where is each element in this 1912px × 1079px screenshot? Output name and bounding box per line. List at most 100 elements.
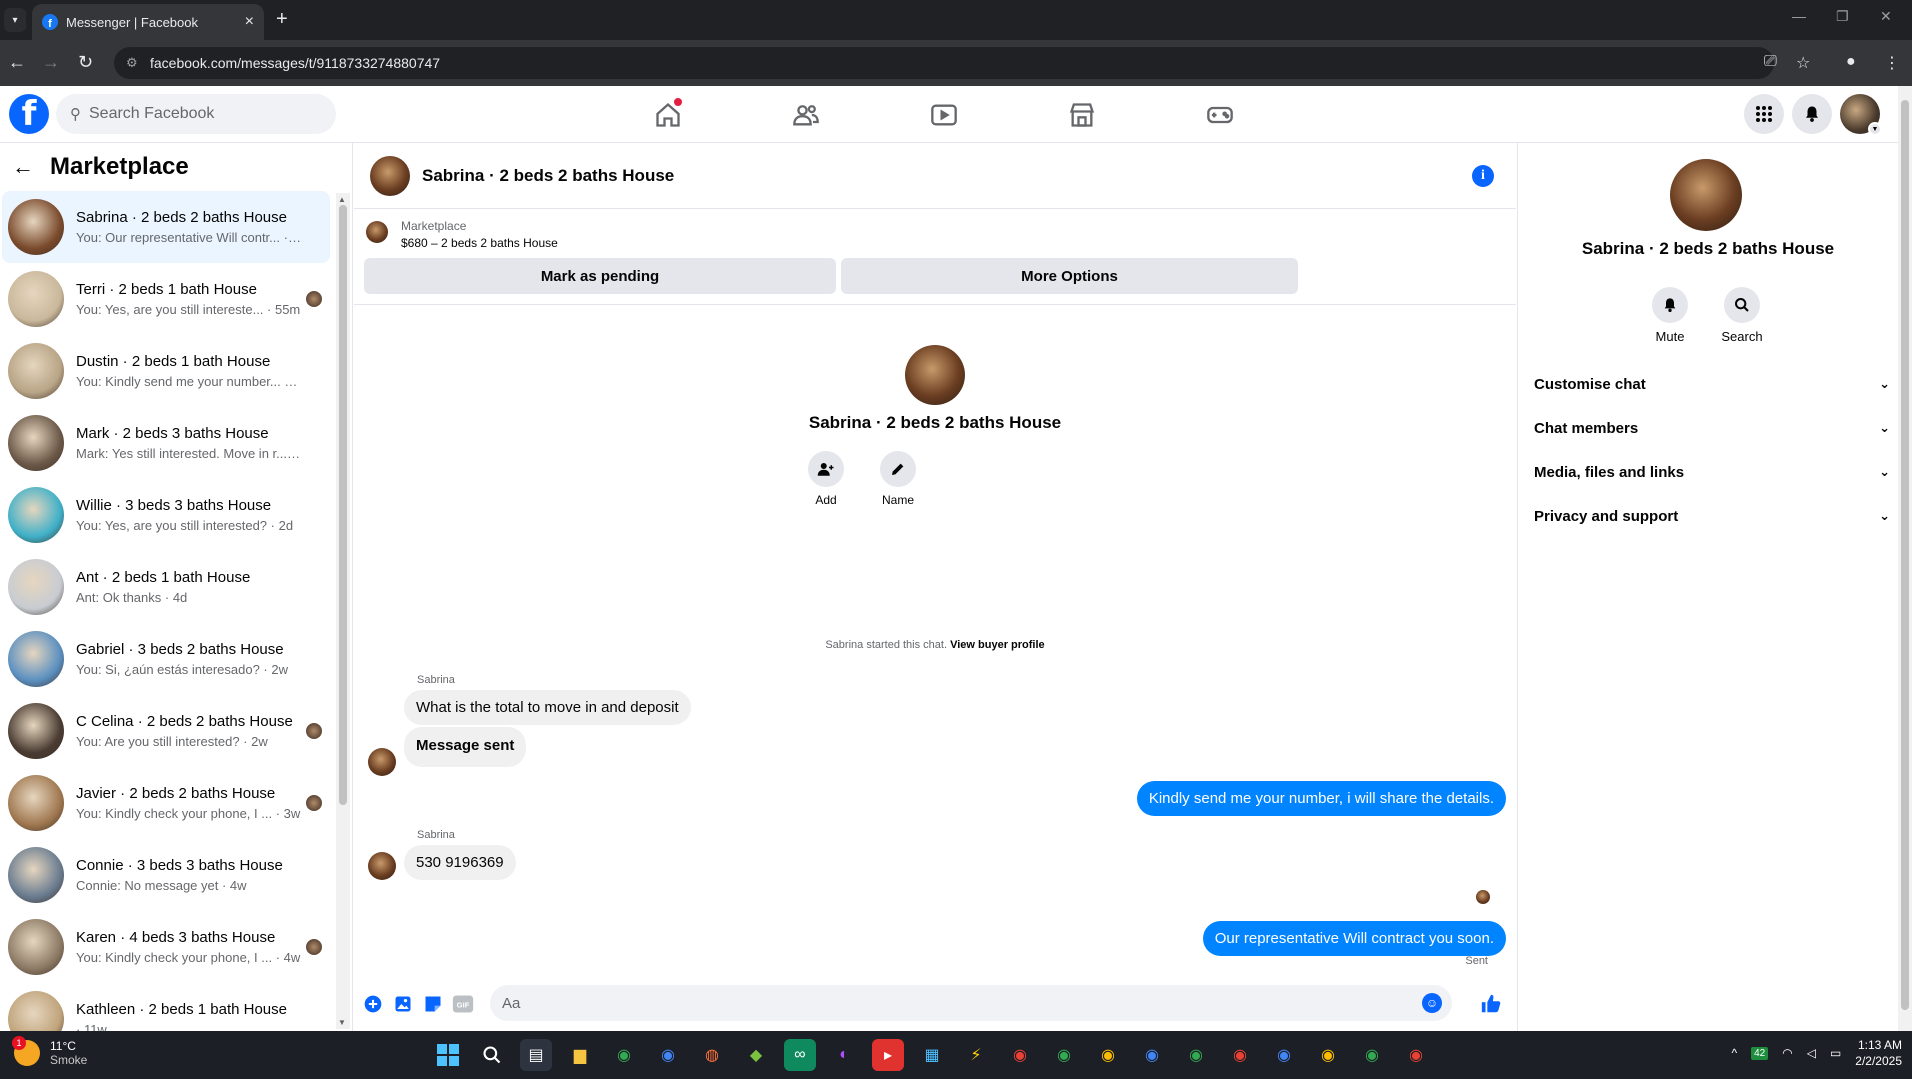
back-arrow-icon[interactable]: ← — [12, 154, 34, 180]
chat-members-row[interactable]: Chat members ⌄ — [1534, 408, 1890, 448]
home-nav-icon[interactable] — [648, 98, 688, 132]
minimize-icon[interactable]: — — [1792, 8, 1806, 24]
page-scrollbar-thumb[interactable] — [1901, 100, 1909, 1010]
notepad-icon[interactable]: ▦ — [916, 1039, 948, 1071]
restore-icon[interactable]: ❐ — [1836, 8, 1849, 25]
incoming-message[interactable]: Message sent — [404, 727, 527, 767]
conversation-item[interactable]: Willie · 3 beds 3 baths House You: Yes, a… — [2, 479, 330, 551]
conversation-item[interactable]: Dustin · 2 beds 1 bath House You: Kindly … — [2, 335, 330, 407]
scroll-up-icon[interactable]: ▲ — [338, 195, 346, 204]
scrollbar-thumb[interactable] — [339, 205, 347, 805]
customise-chat-row[interactable]: Customise chat ⌄ — [1534, 364, 1890, 404]
reload-icon[interactable]: ↻ — [78, 52, 93, 72]
install-app-icon[interactable]: ⎚ — [1764, 53, 1777, 71]
chrome-icon[interactable]: ◉ — [1356, 1039, 1388, 1071]
more-options-button[interactable]: More Options — [841, 258, 1298, 294]
listing-thumbnail[interactable] — [366, 221, 388, 243]
tab-close-icon[interactable]: × — [245, 13, 254, 31]
view-buyer-profile-link[interactable]: View buyer profile — [950, 639, 1045, 651]
media-files-links-row[interactable]: Media, files and links ⌄ — [1534, 452, 1890, 492]
scroll-down-icon[interactable]: ▼ — [338, 1018, 346, 1027]
chrome-icon[interactable]: ◉ — [608, 1039, 640, 1071]
chrome-icon[interactable]: ◉ — [1400, 1039, 1432, 1071]
battery-icon[interactable]: ▭ — [1830, 1046, 1841, 1060]
chat-avatar[interactable] — [370, 155, 410, 196]
chrome-icon[interactable]: ◉ — [1004, 1039, 1036, 1071]
incoming-message[interactable]: 530 9196369 — [404, 845, 516, 880]
app-stack-icon[interactable]: ◆ — [740, 1039, 772, 1071]
bookmark-star-icon[interactable]: ☆ — [1796, 53, 1810, 73]
outgoing-message[interactable]: Our representative Will contract you soo… — [1202, 921, 1506, 956]
chrome-icon[interactable]: ◉ — [1136, 1039, 1168, 1071]
photo-icon[interactable] — [392, 993, 414, 1015]
facebook-search[interactable]: ⚲ — [56, 94, 336, 134]
message-input[interactable] — [502, 994, 1402, 1012]
tab-search-icon[interactable]: ▾ — [4, 8, 26, 32]
mute-button[interactable]: Mute — [1640, 287, 1700, 344]
sender-avatar[interactable] — [368, 748, 396, 776]
clock[interactable]: 1:13 AM 2/2/2025 — [1855, 1037, 1902, 1069]
chrome-icon[interactable]: ◉ — [1268, 1039, 1300, 1071]
facebook-logo-icon[interactable]: f — [9, 94, 49, 134]
windows-start-icon[interactable] — [432, 1039, 464, 1071]
task-manager-icon[interactable]: ▤ — [520, 1039, 552, 1071]
conversation-item[interactable]: Connie · 3 beds 3 baths House Connie: No … — [2, 839, 330, 911]
conversation-item[interactable]: Sabrina · 2 beds 2 baths House You: Our r… — [2, 191, 330, 263]
incoming-message[interactable]: What is the total to move in and deposit — [404, 690, 691, 725]
app-icon[interactable]: ▸ — [872, 1039, 904, 1071]
conversation-item[interactable]: Mark · 2 beds 3 baths House Mark: Yes sti… — [2, 407, 330, 479]
page-scrollbar[interactable] — [1898, 86, 1912, 1031]
new-tab-icon[interactable]: + — [276, 8, 288, 31]
chrome-icon[interactable]: ◉ — [652, 1039, 684, 1071]
add-people-button[interactable]: Add — [796, 451, 856, 507]
sidebar-scrollbar[interactable]: ▲ ▼ — [336, 193, 350, 1029]
notifications-bell-icon[interactable] — [1792, 94, 1832, 134]
file-explorer-icon[interactable]: ▆ — [564, 1039, 596, 1071]
conversation-item[interactable]: C Celina · 2 beds 2 baths House You: Are … — [2, 695, 330, 767]
app-icon[interactable]: ◐ — [828, 1039, 860, 1071]
conversation-item[interactable]: Ant · 2 beds 1 bath House Ant: Ok thanks … — [2, 551, 330, 623]
firefox-icon[interactable]: ◍ — [696, 1039, 728, 1071]
chrome-menu-icon[interactable]: ⋮ — [1884, 53, 1900, 73]
chevron-up-icon[interactable]: ^ — [1731, 1046, 1737, 1060]
name-chat-button[interactable]: Name — [868, 451, 928, 507]
message-input-box[interactable]: ☺ — [490, 985, 1452, 1021]
privacy-support-row[interactable]: Privacy and support ⌄ — [1534, 496, 1890, 536]
conversation-item[interactable]: Gabriel · 3 beds 2 baths House You: Si, ¿… — [2, 623, 330, 695]
address-bar[interactable]: ⚙ facebook.com/messages/t/91187332748807… — [114, 47, 1774, 79]
info-icon[interactable]: i — [1472, 165, 1494, 187]
mark-as-pending-button[interactable]: Mark as pending — [364, 258, 836, 294]
chat-title[interactable]: Sabrina · 2 beds 2 baths House — [422, 166, 674, 186]
chrome-icon[interactable]: ◉ — [1224, 1039, 1256, 1071]
chrome-icon[interactable]: ◉ — [1312, 1039, 1344, 1071]
conversation-item[interactable]: Kathleen · 2 beds 1 bath House · 11w — [2, 983, 330, 1031]
window-close-icon[interactable]: ✕ — [1880, 8, 1892, 25]
chrome-icon[interactable]: ◉ — [1092, 1039, 1124, 1071]
account-avatar[interactable]: ▼ — [1840, 94, 1882, 136]
volume-icon[interactable]: ◁ — [1807, 1046, 1816, 1060]
conversation-item[interactable]: Javier · 2 beds 2 baths House You: Kindly… — [2, 767, 330, 839]
search-in-chat-button[interactable]: Search — [1712, 287, 1772, 344]
video-nav-icon[interactable] — [924, 98, 964, 132]
profile-icon[interactable]: ● — [1846, 53, 1856, 71]
details-avatar[interactable] — [1670, 159, 1742, 231]
browser-tab[interactable]: f Messenger | Facebook × — [32, 4, 264, 40]
emoji-icon[interactable]: ☺ — [1422, 993, 1442, 1013]
plus-icon[interactable] — [362, 993, 384, 1015]
conversation-item[interactable]: Terri · 2 beds 1 bath House You: Yes, are… — [2, 263, 330, 335]
gaming-nav-icon[interactable] — [1200, 98, 1240, 132]
conversation-item[interactable]: Karen · 4 beds 3 baths House You: Kindly … — [2, 911, 330, 983]
listing-price[interactable]: $680 – 2 beds 2 baths House — [401, 236, 558, 250]
friends-nav-icon[interactable] — [786, 98, 826, 132]
gif-icon[interactable]: GIF — [452, 993, 474, 1015]
menu-grid-icon[interactable] — [1744, 94, 1784, 134]
site-info-icon[interactable]: ⚙ — [126, 55, 138, 71]
chrome-icon[interactable]: ◉ — [1180, 1039, 1212, 1071]
app-icon[interactable]: ∞ — [784, 1039, 816, 1071]
app-icon[interactable]: ⚡ — [960, 1039, 992, 1071]
sender-avatar[interactable] — [368, 852, 396, 880]
back-icon[interactable]: ← — [8, 52, 26, 72]
facebook-search-input[interactable] — [89, 105, 309, 123]
sticker-icon[interactable] — [422, 993, 444, 1015]
weather-widget[interactable]: 1 11°C Smoke — [12, 1036, 87, 1067]
